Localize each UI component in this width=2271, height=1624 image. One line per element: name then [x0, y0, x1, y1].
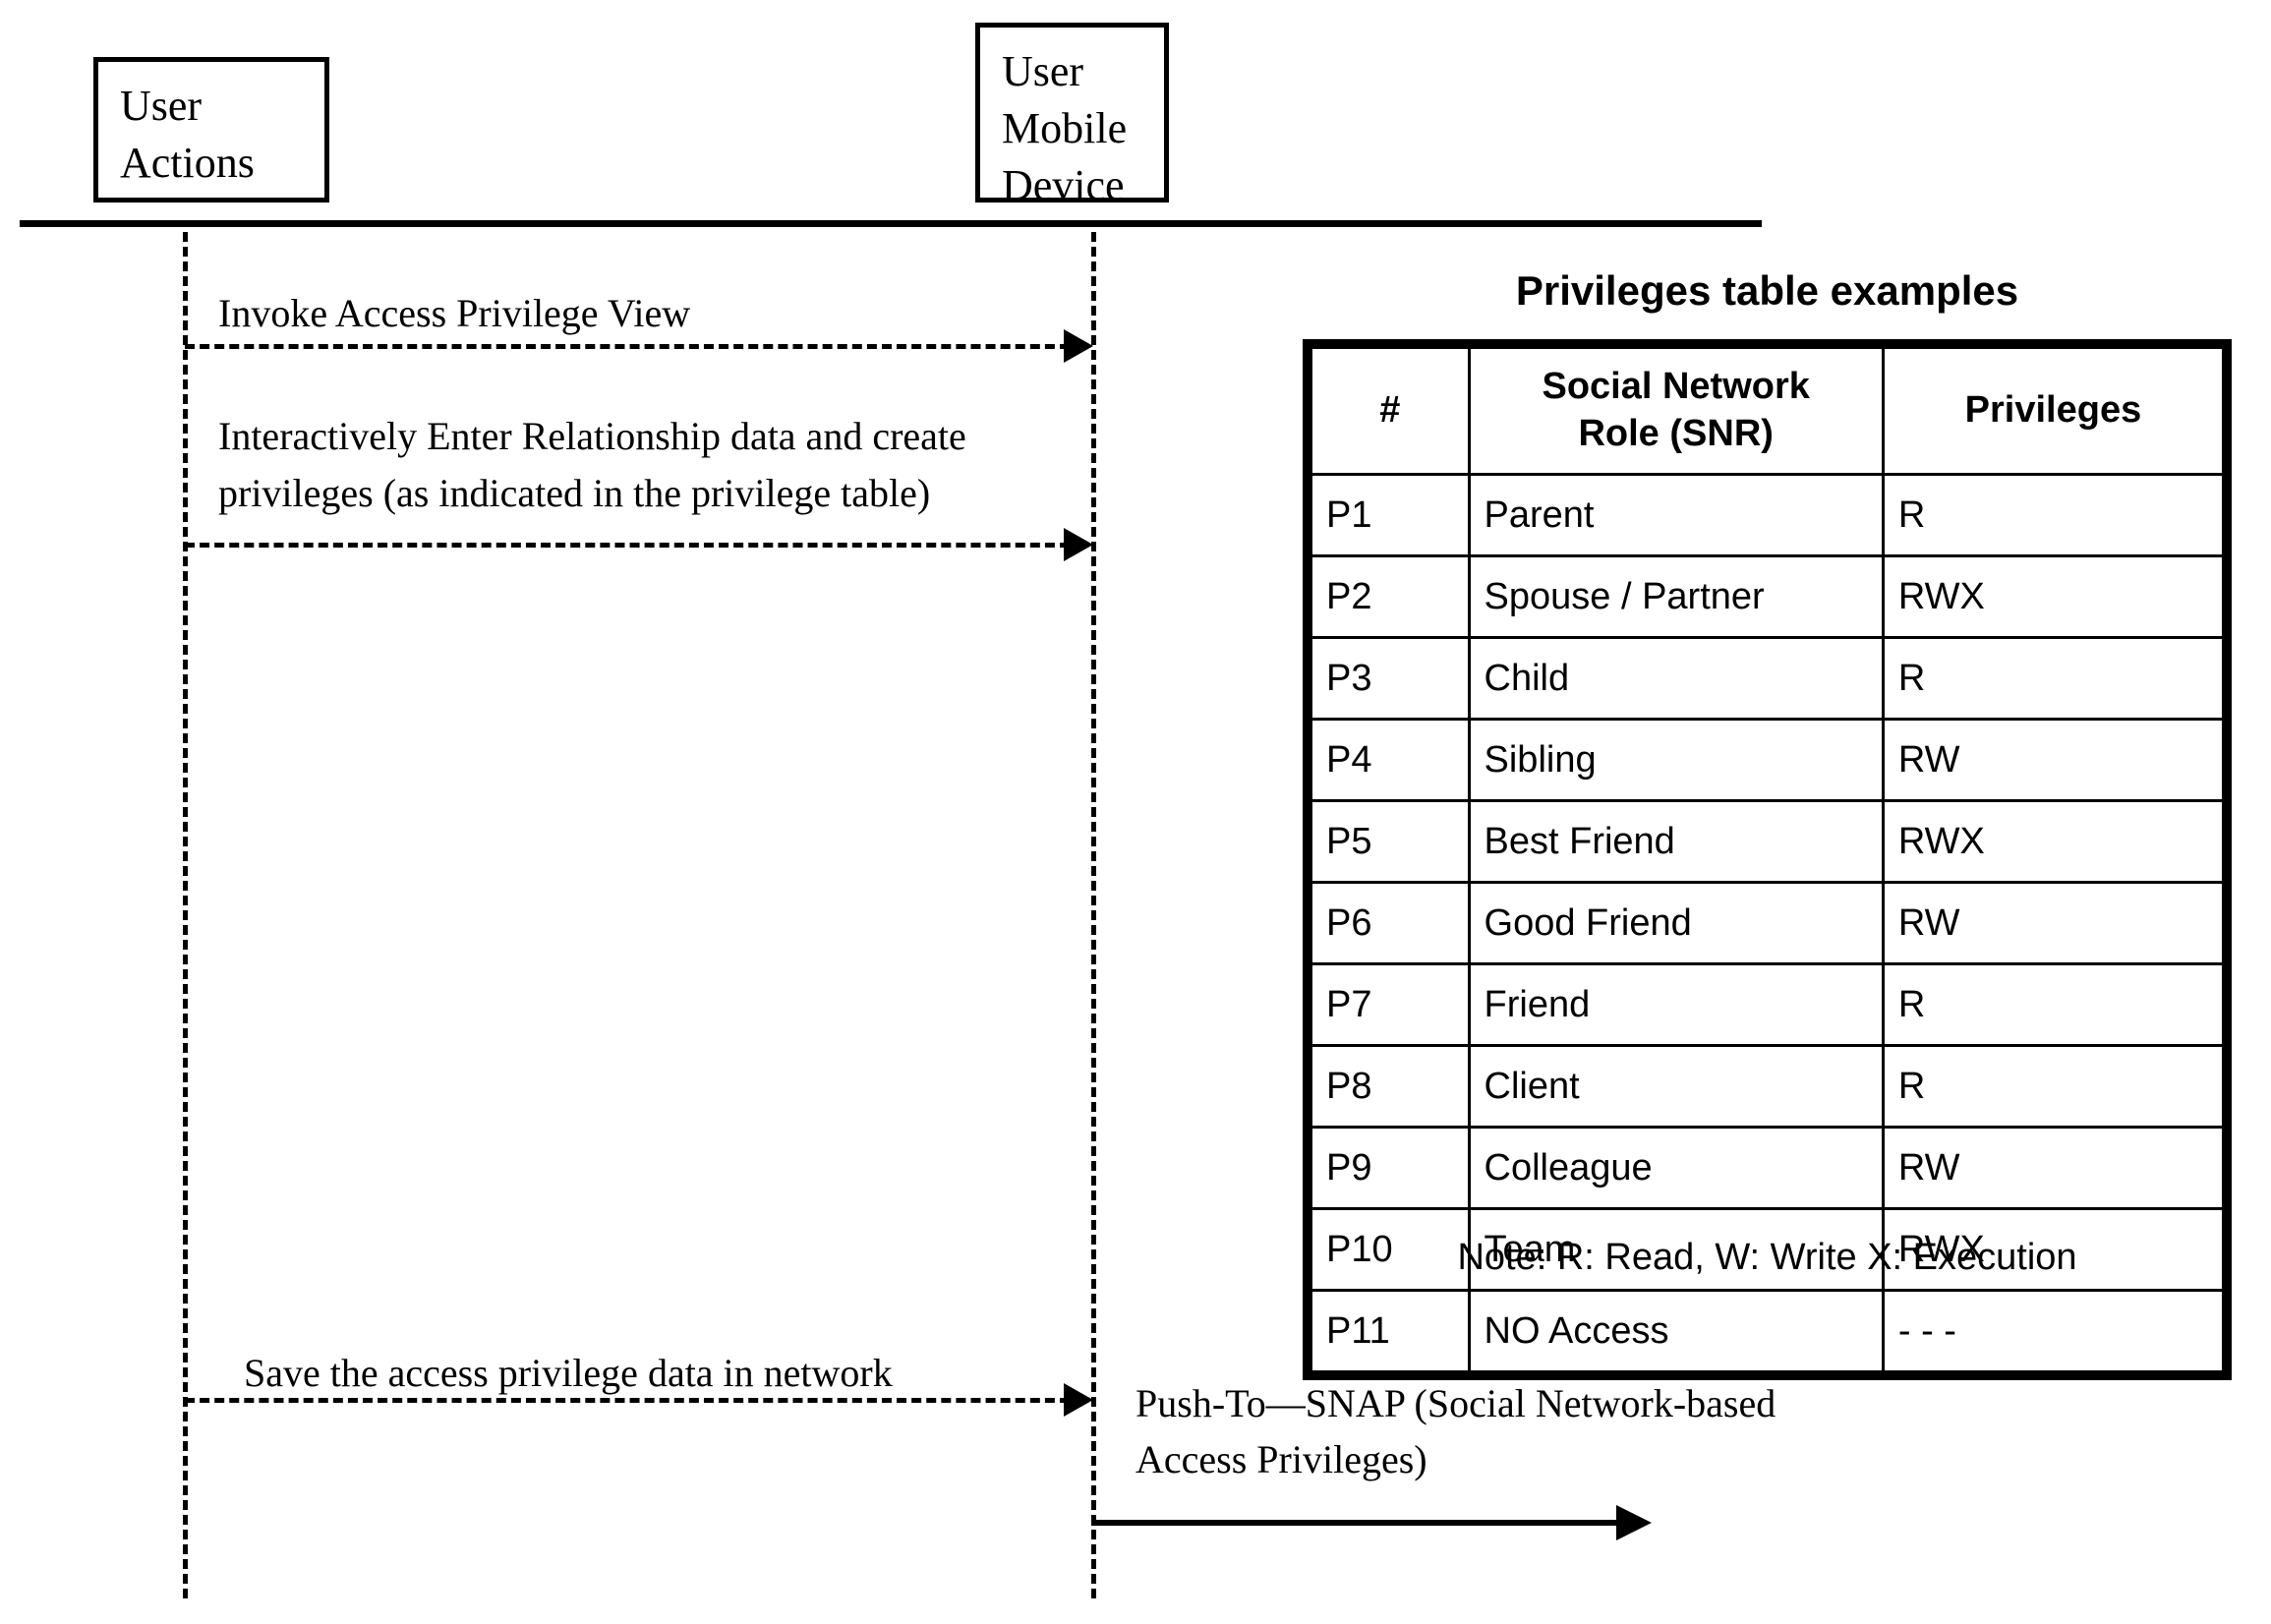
- cell-privileges: RW: [1881, 881, 2226, 965]
- outgoing-arrow-line: [1091, 1520, 1622, 1526]
- cell-privileges: RWX: [1881, 554, 2226, 639]
- privileges-table: # Social Network Role (SNR) Privileges P…: [1303, 339, 2232, 1380]
- cell-number: P11: [1310, 1289, 1471, 1373]
- column-header-social-network-role: Social Network Role (SNR): [1467, 346, 1885, 476]
- table-row: P1 Parent R: [1310, 473, 2226, 557]
- cell-number: P2: [1310, 554, 1471, 639]
- actor-box-user-mobile-device: User Mobile Device: [975, 23, 1169, 209]
- message-arrow-line-3: [185, 1398, 1070, 1403]
- arrowhead-icon-message-2: [1064, 528, 1093, 561]
- cell-privileges: R: [1881, 636, 2226, 721]
- sequence-diagram-canvas: User Actions User Mobile Device Invoke A…: [0, 0, 2271, 1624]
- cell-social-network-role: Good Friend: [1467, 881, 1885, 965]
- cell-number: P6: [1310, 881, 1471, 965]
- table-header-row: # Social Network Role (SNR) Privileges: [1310, 346, 2226, 476]
- cell-privileges: RW: [1881, 718, 2226, 802]
- table-row: P5 Best Friend RWX: [1310, 799, 2226, 884]
- privileges-table-grid: # Social Network Role (SNR) Privileges P…: [1310, 346, 2226, 1373]
- outgoing-message-label-push-to-snap: Push-To—SNAP (Social Network-based Acces…: [1136, 1381, 1776, 1481]
- table-row: P3 Child R: [1310, 636, 2226, 721]
- cell-number: P7: [1310, 962, 1471, 1047]
- cell-privileges: R: [1881, 1044, 2226, 1129]
- privileges-table-note: Note: R: Read, W: Write X: Execution: [1457, 1237, 2077, 1278]
- table-row: P8 Client R: [1310, 1044, 2226, 1129]
- cell-social-network-role: Friend: [1467, 962, 1885, 1047]
- table-row: P2 Spouse / Partner RWX: [1310, 554, 2226, 639]
- table-row: P11 NO Access - - -: [1310, 1289, 2226, 1373]
- column-header-number: #: [1310, 346, 1471, 476]
- cell-number: P3: [1310, 636, 1471, 721]
- cell-social-network-role: Child: [1467, 636, 1885, 721]
- arrowhead-icon-message-3: [1064, 1383, 1093, 1417]
- message-label-invoke-access-privilege-view: Invoke Access Privilege View: [218, 291, 691, 335]
- table-row: P6 Good Friend RW: [1310, 881, 2226, 965]
- privileges-table-title: Privileges table examples: [1515, 267, 2019, 314]
- message-arrow-line-2: [185, 543, 1070, 548]
- column-header-privileges: Privileges: [1881, 346, 2226, 476]
- cell-social-network-role: Colleague: [1467, 1126, 1885, 1210]
- cell-number: P5: [1310, 799, 1471, 884]
- cell-social-network-role: Client: [1467, 1044, 1885, 1129]
- lifeline-user-actions: [183, 232, 188, 1598]
- actor-box-user-actions: User Actions: [93, 57, 329, 203]
- cell-privileges: RWX: [1881, 799, 2226, 884]
- cell-privileges: - - -: [1881, 1289, 2226, 1373]
- cell-social-network-role: NO Access: [1467, 1289, 1885, 1373]
- message-label-save-the-access-privilege-data: Save the access privilege data in networ…: [244, 1351, 893, 1395]
- cell-number: P4: [1310, 718, 1471, 802]
- arrowhead-icon-message-1: [1064, 329, 1093, 363]
- cell-privileges: RW: [1881, 1126, 2226, 1210]
- cell-social-network-role: Best Friend: [1467, 799, 1885, 884]
- cell-number: P8: [1310, 1044, 1471, 1129]
- cell-social-network-role: Parent: [1467, 473, 1885, 557]
- cell-privileges: R: [1881, 962, 2226, 1047]
- table-row: P9 Colleague RW: [1310, 1126, 2226, 1210]
- header-separator-rule: [20, 220, 1762, 227]
- message-arrow-line-1: [185, 344, 1070, 349]
- table-row: P4 Sibling RW: [1310, 718, 2226, 802]
- arrowhead-icon-outgoing: [1616, 1505, 1652, 1540]
- cell-privileges: R: [1881, 473, 2226, 557]
- cell-number: P1: [1310, 473, 1471, 557]
- cell-social-network-role: Spouse / Partner: [1467, 554, 1885, 639]
- table-row: P7 Friend R: [1310, 962, 2226, 1047]
- cell-social-network-role: Sibling: [1467, 718, 1885, 802]
- message-label-interactively-enter-relationship-data: Interactively Enter Relationship data an…: [218, 414, 966, 515]
- cell-number: P9: [1310, 1126, 1471, 1210]
